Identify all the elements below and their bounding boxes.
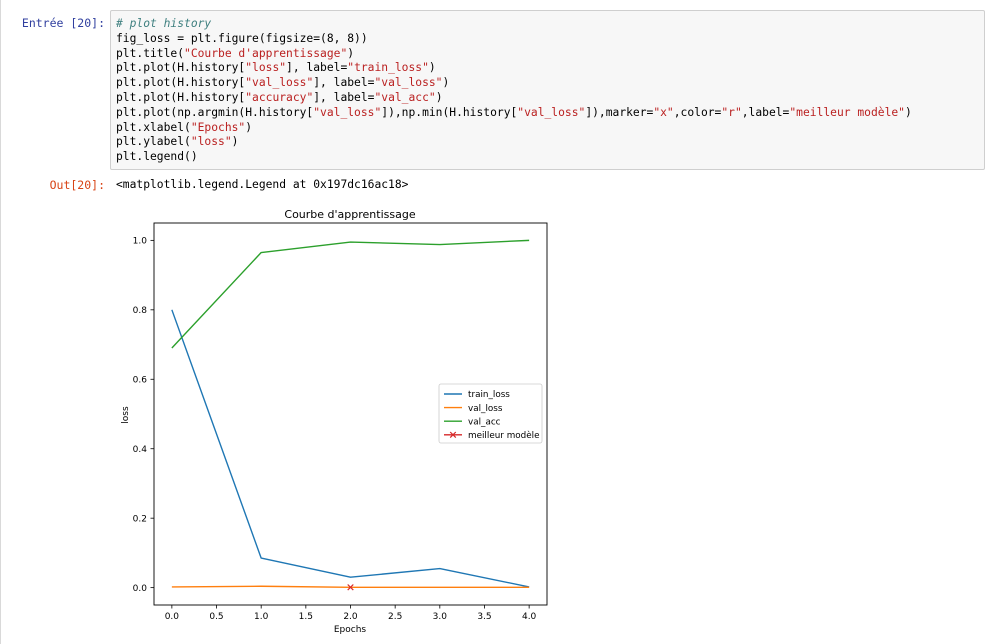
legend-label: train_loss <box>468 390 510 400</box>
legend: train_loss val_loss val_acc meilleur modèle <box>438 383 543 444</box>
matplotlib-figure: Courbe d'apprentissage Epochs loss 0.0 0.… <box>121 208 548 635</box>
x-tick-label: 2.5 <box>388 612 402 622</box>
y-tick-label: 1.0 <box>133 237 148 247</box>
y-tick-label: 0.4 <box>133 445 148 455</box>
series-line-val-acc <box>171 239 530 349</box>
x-tick-label: 1.5 <box>299 612 313 622</box>
y-axis-label: loss <box>121 406 131 424</box>
x-tick-label: 0.5 <box>209 612 223 622</box>
chart-title: Courbe d'apprentissage <box>284 208 415 221</box>
x-tick-label: 3.0 <box>433 612 448 622</box>
x-tick-label: 1.0 <box>254 612 269 622</box>
legend-label: meilleur modèle <box>468 430 540 441</box>
x-tick-label: 0.0 <box>165 612 180 622</box>
y-tick-label: 0.6 <box>133 375 148 385</box>
x-tick-label: 3.5 <box>477 612 491 622</box>
y-tick-label: 0.8 <box>133 306 148 316</box>
x-tick-label: 2.0 <box>343 612 358 622</box>
legend-label: val_acc <box>468 417 501 427</box>
legend-label: val_loss <box>468 404 503 414</box>
y-tick-label: 0.0 <box>133 584 148 594</box>
x-axis-label: Epochs <box>334 625 367 635</box>
series-line-train-loss <box>171 309 530 588</box>
x-tick-label: 4.0 <box>522 612 537 622</box>
y-tick-label: 0.2 <box>133 514 147 524</box>
